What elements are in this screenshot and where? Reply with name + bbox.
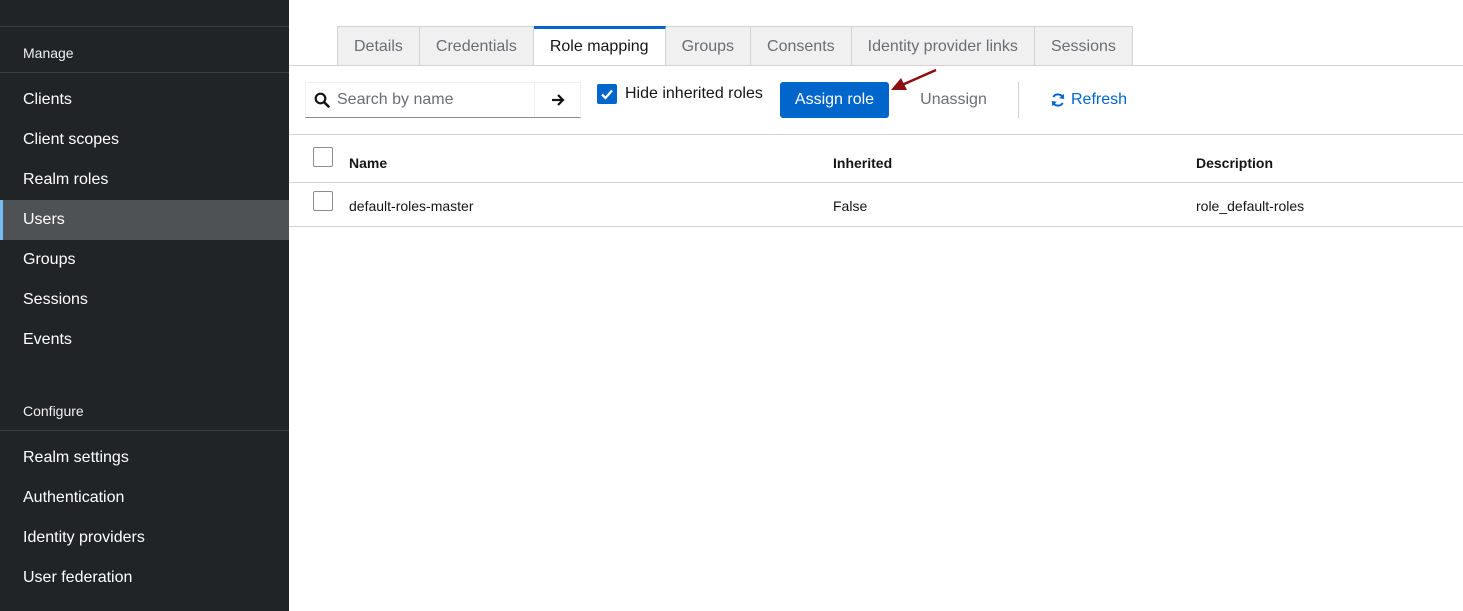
column-header-description: Description: [1196, 155, 1274, 171]
tab-consents[interactable]: Consents: [751, 26, 852, 66]
sidebar-divider: [0, 26, 289, 27]
select-all-checkbox[interactable]: [313, 147, 333, 167]
sidebar-item-groups[interactable]: Groups: [0, 240, 289, 280]
sidebar-item-user-federation[interactable]: User federation: [0, 558, 289, 598]
tab-credentials[interactable]: Credentials: [419, 26, 534, 66]
search-input[interactable]: [337, 83, 534, 117]
assign-role-button[interactable]: Assign role: [780, 82, 889, 118]
check-icon[interactable]: [597, 84, 617, 104]
column-header-inherited: Inherited: [833, 155, 893, 171]
refresh-label: Refresh: [1071, 91, 1128, 108]
toolbar-divider: [1018, 82, 1019, 118]
hide-inherited-roles-checkbox[interactable]: Hide inherited roles: [597, 84, 763, 104]
arrow-right-icon: [552, 94, 565, 106]
user-tabs: Details Credentials Role mapping Groups …: [337, 26, 1133, 66]
tab-role-mapping[interactable]: Role mapping: [533, 26, 666, 66]
tab-identity-provider-links[interactable]: Identity provider links: [851, 26, 1035, 66]
sidebar-item-clients[interactable]: Clients: [0, 80, 289, 120]
sidebar-item-realm-roles[interactable]: Realm roles: [0, 160, 289, 200]
toolbar-divider: [289, 134, 1463, 135]
row-select-checkbox[interactable]: [313, 191, 333, 211]
table-header-divider: [289, 182, 1463, 183]
tab-sessions[interactable]: Sessions: [1034, 26, 1133, 66]
tab-details[interactable]: Details: [337, 26, 420, 66]
tab-groups[interactable]: Groups: [665, 26, 752, 66]
sidebar-divider: [0, 72, 289, 73]
sidebar-item-users[interactable]: Users: [0, 200, 289, 240]
search-box: [305, 82, 581, 118]
sidebar-item-events[interactable]: Events: [0, 320, 289, 360]
hide-inherited-roles-label: Hide inherited roles: [625, 85, 763, 102]
search-submit-button[interactable]: [534, 83, 581, 117]
role-name-cell: default-roles-master: [349, 198, 474, 214]
sync-icon: [1051, 93, 1065, 107]
refresh-button[interactable]: Refresh: [1050, 82, 1127, 118]
search-icon: [314, 92, 330, 108]
sidebar-item-authentication[interactable]: Authentication: [0, 478, 289, 518]
sidebar-divider: [0, 430, 289, 431]
sidebar-section-manage: Manage: [23, 45, 74, 61]
inherited-cell: False: [833, 198, 868, 214]
sidebar-item-client-scopes[interactable]: Client scopes: [0, 120, 289, 160]
column-header-name[interactable]: Name: [349, 155, 387, 171]
sidebar-section-configure: Configure: [23, 403, 84, 419]
annotation-arrow-icon: [891, 68, 937, 90]
sidebar-item-identity-providers[interactable]: Identity providers: [0, 518, 289, 558]
sidebar-item-sessions[interactable]: Sessions: [0, 280, 289, 320]
table-row-divider: [289, 226, 1463, 227]
sidebar: Manage Clients Client scopes Realm roles…: [0, 0, 289, 611]
description-cell: role_default-roles: [1196, 198, 1305, 214]
sidebar-item-realm-settings[interactable]: Realm settings: [0, 438, 289, 478]
tabs-divider: [289, 65, 1463, 66]
